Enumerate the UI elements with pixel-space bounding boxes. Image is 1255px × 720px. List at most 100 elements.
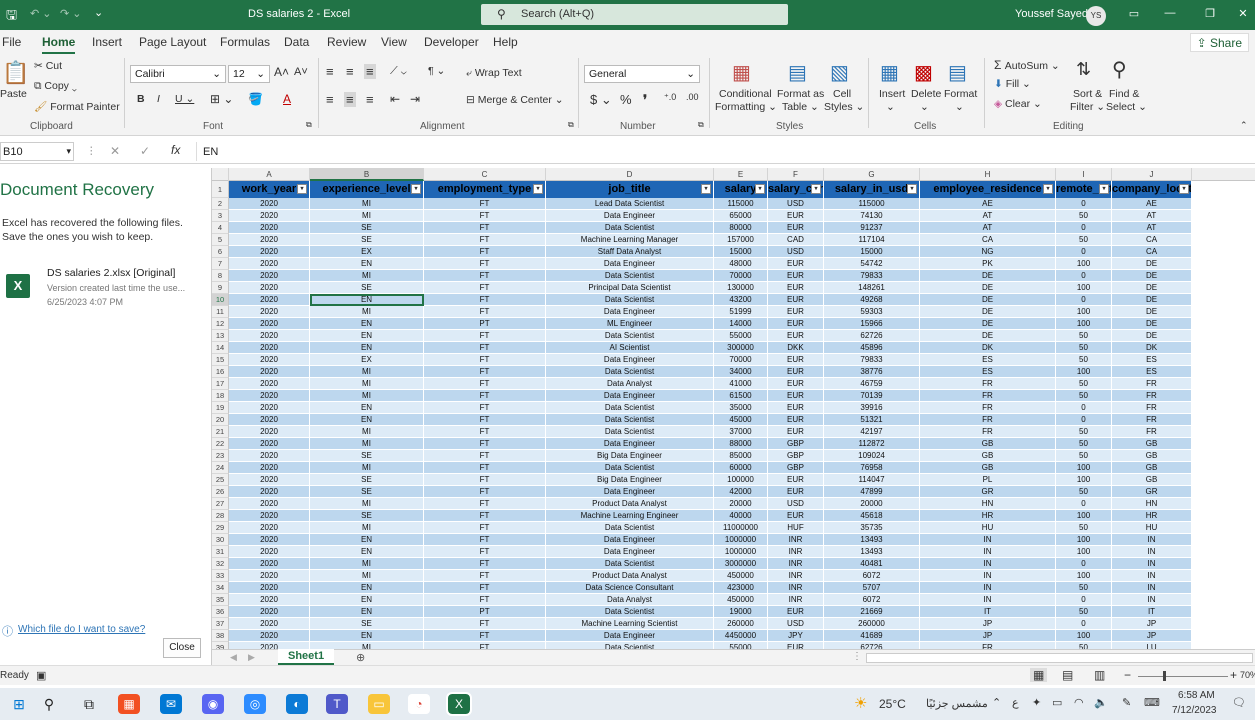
tray-overflow-icon[interactable]: ⌃ bbox=[992, 696, 1001, 709]
fill-button[interactable]: ⬇ Fill ⌄ bbox=[994, 78, 1031, 90]
cell-h15[interactable]: ES bbox=[920, 354, 1056, 366]
cell-b4[interactable]: SE bbox=[310, 222, 424, 234]
cell-g11[interactable]: 59303 bbox=[824, 306, 920, 318]
cell-i11[interactable]: 100 bbox=[1056, 306, 1112, 318]
cell-h6[interactable]: NG bbox=[920, 246, 1056, 258]
cell-i31[interactable]: 100 bbox=[1056, 546, 1112, 558]
cell-d31[interactable]: Data Engineer bbox=[546, 546, 714, 558]
cell-g28[interactable]: 45618 bbox=[824, 510, 920, 522]
cell-d37[interactable]: Machine Learning Scientist bbox=[546, 618, 714, 630]
italic-icon[interactable]: I bbox=[157, 93, 160, 105]
zoom-out-icon[interactable]: − bbox=[1124, 668, 1131, 682]
header-cell-employee-residence[interactable]: employee_residence ▾ bbox=[920, 181, 1056, 198]
cell-a10[interactable]: 2020 bbox=[229, 294, 310, 306]
cell-c25[interactable]: FT bbox=[424, 474, 546, 486]
cell-f17[interactable]: EUR bbox=[768, 378, 824, 390]
row-header[interactable]: 34 bbox=[212, 582, 229, 594]
page-break-view-icon[interactable]: ▥ bbox=[1094, 668, 1105, 682]
cell-b9[interactable]: SE bbox=[310, 282, 424, 294]
format-cells-button[interactable]: Format bbox=[944, 88, 977, 100]
cell-d14[interactable]: AI Scientist bbox=[546, 342, 714, 354]
cell-j37[interactable]: JP bbox=[1112, 618, 1192, 630]
cell-g18[interactable]: 70139 bbox=[824, 390, 920, 402]
close-button[interactable]: Close bbox=[163, 638, 201, 658]
cell-b10[interactable]: EN bbox=[310, 294, 424, 306]
comma-icon[interactable]: ❜ bbox=[643, 92, 647, 108]
row-header[interactable]: 18 bbox=[212, 390, 229, 402]
cell-e16[interactable]: 34000 bbox=[714, 366, 768, 378]
row-header[interactable]: 30 bbox=[212, 534, 229, 546]
dialog-launcher-icon[interactable]: ⧉ bbox=[698, 120, 704, 130]
cell-e14[interactable]: 300000 bbox=[714, 342, 768, 354]
row-header[interactable]: 6 bbox=[212, 246, 229, 258]
column-header-i[interactable]: I bbox=[1056, 168, 1112, 181]
cell-a27[interactable]: 2020 bbox=[229, 498, 310, 510]
cell-c26[interactable]: FT bbox=[424, 486, 546, 498]
align-bottom-icon[interactable]: ≡ bbox=[364, 64, 376, 79]
cell-c5[interactable]: FT bbox=[424, 234, 546, 246]
cancel-icon[interactable]: ✕ bbox=[110, 144, 120, 158]
cell-e12[interactable]: 14000 bbox=[714, 318, 768, 330]
cell-f6[interactable]: USD bbox=[768, 246, 824, 258]
filter-dropdown-icon[interactable]: ▾ bbox=[755, 184, 765, 194]
cell-f5[interactable]: CAD bbox=[768, 234, 824, 246]
sort-filter-label[interactable]: Sort & bbox=[1073, 88, 1102, 100]
increase-indent-icon[interactable]: ⇥ bbox=[410, 92, 420, 106]
keyboard-icon[interactable]: ⌨ bbox=[1144, 696, 1160, 709]
cell-c23[interactable]: FT bbox=[424, 450, 546, 462]
cell-c28[interactable]: FT bbox=[424, 510, 546, 522]
cell-b28[interactable]: SE bbox=[310, 510, 424, 522]
cell-c27[interactable]: FT bbox=[424, 498, 546, 510]
cell-d17[interactable]: Data Analyst bbox=[546, 378, 714, 390]
cell-d38[interactable]: Data Engineer bbox=[546, 630, 714, 642]
number-format-select[interactable]: General ⌄ bbox=[584, 65, 700, 83]
cell-d32[interactable]: Data Scientist bbox=[546, 558, 714, 570]
cell-j8[interactable]: DE bbox=[1112, 270, 1192, 282]
decrease-decimal-icon[interactable]: .00 bbox=[686, 92, 699, 102]
cell-f18[interactable]: EUR bbox=[768, 390, 824, 402]
format-painter-button[interactable]: 🖌 Format Painter bbox=[34, 100, 120, 113]
tab-home[interactable]: Home bbox=[42, 35, 76, 54]
cell-g35[interactable]: 6072 bbox=[824, 594, 920, 606]
cell-e24[interactable]: 60000 bbox=[714, 462, 768, 474]
mail-icon[interactable]: ✉ bbox=[160, 694, 182, 714]
cell-j31[interactable]: IN bbox=[1112, 546, 1192, 558]
cell-b29[interactable]: MI bbox=[310, 522, 424, 534]
header-cell-salary-currency[interactable]: salary_currency▾ bbox=[768, 181, 824, 198]
cell-c39[interactable]: FT bbox=[424, 642, 546, 649]
cell-f34[interactable]: INR bbox=[768, 582, 824, 594]
cell-j15[interactable]: ES bbox=[1112, 354, 1192, 366]
cell-i12[interactable]: 100 bbox=[1056, 318, 1112, 330]
row-header[interactable]: 4 bbox=[212, 222, 229, 234]
cell-j36[interactable]: IT bbox=[1112, 606, 1192, 618]
cell-i4[interactable]: 0 bbox=[1056, 222, 1112, 234]
cell-j14[interactable]: DK bbox=[1112, 342, 1192, 354]
cell-a25[interactable]: 2020 bbox=[229, 474, 310, 486]
clear-button[interactable]: ◈ Clear ⌄ bbox=[994, 98, 1042, 110]
cell-d30[interactable]: Data Engineer bbox=[546, 534, 714, 546]
prev-sheet-icon[interactable]: ◀ bbox=[230, 652, 237, 663]
cell-b37[interactable]: SE bbox=[310, 618, 424, 630]
column-header-e[interactable]: E bbox=[714, 168, 768, 181]
chrome-icon[interactable]: ◔ bbox=[408, 694, 430, 714]
row-header[interactable]: 33 bbox=[212, 570, 229, 582]
cell-i34[interactable]: 50 bbox=[1056, 582, 1112, 594]
row-header[interactable]: 15 bbox=[212, 354, 229, 366]
cell-d34[interactable]: Data Science Consultant bbox=[546, 582, 714, 594]
bluetooth-icon[interactable]: ✦ bbox=[1032, 696, 1041, 709]
cell-j27[interactable]: HN bbox=[1112, 498, 1192, 510]
cell-e10[interactable]: 43200 bbox=[714, 294, 768, 306]
cell-e3[interactable]: 65000 bbox=[714, 210, 768, 222]
cell-e6[interactable]: 15000 bbox=[714, 246, 768, 258]
cell-i13[interactable]: 50 bbox=[1056, 330, 1112, 342]
cell-e22[interactable]: 88000 bbox=[714, 438, 768, 450]
cell-i38[interactable]: 100 bbox=[1056, 630, 1112, 642]
cell-c10[interactable]: FT bbox=[424, 294, 546, 306]
cell-e37[interactable]: 260000 bbox=[714, 618, 768, 630]
cell-a11[interactable]: 2020 bbox=[229, 306, 310, 318]
weather-temp[interactable]: 25°C bbox=[879, 697, 906, 711]
cell-b3[interactable]: MI bbox=[310, 210, 424, 222]
cell-j35[interactable]: IN bbox=[1112, 594, 1192, 606]
task-view-icon[interactable]: ⧉ bbox=[78, 694, 100, 714]
cell-a26[interactable]: 2020 bbox=[229, 486, 310, 498]
